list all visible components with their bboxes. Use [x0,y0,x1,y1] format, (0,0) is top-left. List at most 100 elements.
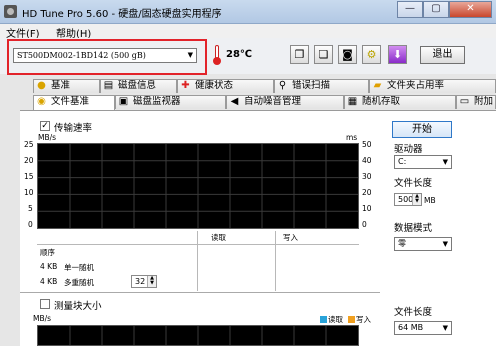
right-tick: 10 [362,204,372,213]
copy-info-icon: ❐ [294,48,305,61]
legend-write-swatch [348,316,355,323]
graph-grid [38,144,358,228]
left-tick: 20 [24,156,34,165]
noise-icon: ◀ [230,96,239,107]
copy-screenshot-button[interactable]: ❏ [314,45,333,64]
file-length-unit: MB [424,196,436,205]
tab-noise-management[interactable]: ◀ 自动噪音管理 [226,95,344,109]
block-file-length-label: 文件长度 [394,307,433,318]
data-mode-label: 数据模式 [394,223,433,234]
close-button[interactable]: ✕ [449,1,492,18]
row-4kb-single: 单一随机 [64,263,94,272]
chevron-down-icon: ▼ [187,51,193,59]
row-4kb-multi-prefix: 4 KB [40,277,58,286]
block-size-label: 测量块大小 [54,301,102,312]
file-length-label: 文件长度 [394,178,433,189]
start-button[interactable]: 开始 [392,121,452,138]
block-size-graph [37,325,359,346]
drive-selector-value: ST500DM002-1BD142 (500 gB) [17,51,146,60]
disk-info-icon: ▤ [103,80,114,91]
tab-health[interactable]: ✚ 健康状态 [177,79,274,93]
chevron-down-icon: ▼ [442,158,448,166]
section-divider [20,292,380,293]
row-sequential: 顺序 [40,248,55,257]
right-axis-unit: ms [346,133,358,142]
left-tick: 5 [28,204,33,213]
right-tick: 40 [362,156,372,165]
legend-read-swatch [320,316,327,323]
temperature-readout: 28℃ [226,49,253,60]
camera-button[interactable]: ◙ [338,45,357,64]
block-unit: MB/s [33,314,52,323]
disk-monitor-icon: ▣ [118,96,129,107]
block-graph-grid [69,326,327,345]
left-axis-unit: MB/s [38,133,57,142]
col-read-header: 读取 [211,233,226,242]
title-bar: HD Tune Pro 5.60 - 硬盘/固态硬盘实用程序 — ▢ ✕ [0,0,496,24]
data-mode-value: 零 [398,239,406,248]
file-length-stepper[interactable]: 500 ▲ ▼ [394,193,422,206]
row-4kb-multi: 多重随机 [64,278,94,287]
window-title: HD Tune Pro 5.60 - 硬盘/固态硬盘实用程序 [22,9,222,20]
health-icon: ✚ [181,80,190,91]
drive-dropdown[interactable]: C: ▼ [394,155,452,169]
stepper-arrows-icon[interactable]: ▲ ▼ [147,276,156,287]
random-access-icon: ▦ [347,96,358,107]
copy-info-button[interactable]: ❐ [290,45,309,64]
transfer-rate-checkbox[interactable]: ✓ [40,121,50,131]
queue-depth-stepper[interactable]: 32 ▲ ▼ [131,275,157,288]
legend-write: 写入 [356,315,371,324]
drive-selector[interactable]: ST500DM002-1BD142 (500 gB) ▼ [13,48,197,63]
error-scan-icon: ⚲ [278,80,287,91]
right-tick: 30 [362,172,372,181]
tab-disk-monitor[interactable]: ▣ 磁盘监视器 [115,95,226,109]
right-tick: 50 [362,140,372,149]
row-4kb-single-prefix: 4 KB [40,262,58,271]
minimize-button[interactable]: — [397,1,423,18]
transfer-rate-graph [37,143,359,229]
tab-folder-usage[interactable]: ▰ 文件夹占用率 [369,79,496,93]
tab-error-scan[interactable]: ⚲ 错误扫描 [274,79,369,93]
tab-extra[interactable]: ▭ 附加 [456,95,496,109]
options-icon: ⚙ [366,48,377,61]
copy-screenshot-icon: ❏ [318,48,329,61]
col-write-header: 写入 [283,233,298,242]
tab-row-1: ● 基准 ▤ 磁盘信息 ✚ 健康状态 ⚲ 错误扫描 ▰ 文件夹占用率 [0,79,496,93]
file-benchmark-icon: ◉ [37,96,46,107]
block-file-length-value: 64 MB [398,323,424,332]
tab-benchmark[interactable]: ● 基准 [33,79,100,93]
folder-usage-icon: ▰ [373,80,382,91]
left-tick: 10 [24,188,34,197]
save-button[interactable]: ⬇ [388,45,407,64]
drive-dropdown-value: C: [398,157,407,166]
app-icon [4,5,17,18]
save-icon: ⬇ [392,48,403,61]
left-tick: 15 [24,172,34,181]
tab-random-access[interactable]: ▦ 随机存取 [344,95,456,109]
data-mode-dropdown[interactable]: 零 ▼ [394,237,452,251]
camera-icon: ◙ [342,48,353,61]
stepper-arrows-icon[interactable]: ▲ ▼ [412,194,421,205]
left-tick: 0 [28,220,33,229]
queue-depth-value: 32 [135,277,146,286]
transfer-rate-label: 传输速率 [54,123,93,134]
tab-disk-info[interactable]: ▤ 磁盘信息 [100,79,177,93]
thermometer-icon [213,45,221,65]
legend-read: 读取 [328,315,343,324]
file-length-value: 500 [398,195,414,204]
benchmark-icon: ● [37,80,46,91]
right-tick: 20 [362,188,372,197]
drive-label: 驱动器 [394,144,423,155]
right-tick: 0 [362,220,367,229]
options-button[interactable]: ⚙ [362,45,381,64]
exit-button[interactable]: 退出 [420,46,465,64]
tab-row-2: ◉ 文件基准 ▣ 磁盘监视器 ◀ 自动噪音管理 ▦ 随机存取 ▭ 附加 [0,95,496,110]
block-file-length-dropdown[interactable]: 64 MB ▼ [394,321,452,335]
left-tick: 25 [24,140,34,149]
chevron-down-icon: ▼ [442,324,448,332]
chevron-down-icon: ▼ [442,240,448,248]
block-size-checkbox[interactable] [40,299,50,309]
tab-file-benchmark[interactable]: ◉ 文件基准 [33,95,115,110]
extra-icon: ▭ [459,96,470,107]
maximize-button[interactable]: ▢ [423,1,449,18]
